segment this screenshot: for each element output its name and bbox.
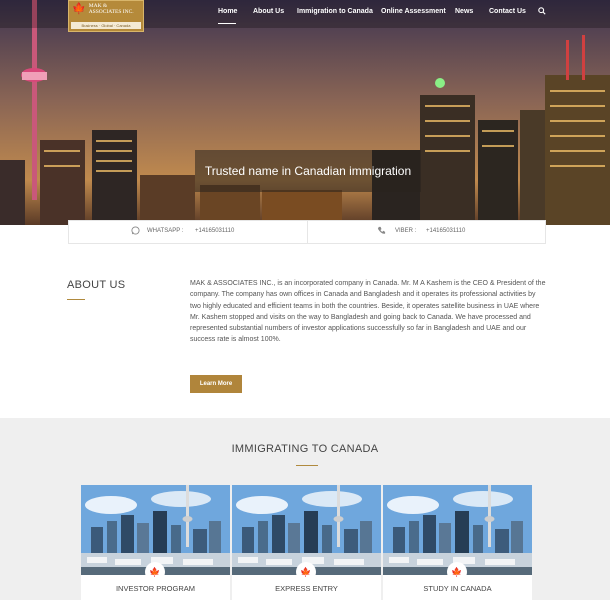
nav-contact-us[interactable]: Contact Us [489,8,526,15]
nav-home[interactable]: Home [218,8,237,15]
maple-leaf-icon: 🍁 [296,562,316,582]
immigrating-title: IMMIGRATING TO CANADA [231,443,379,455]
nav-news[interactable]: News [455,8,473,15]
whatsapp-number[interactable]: +14165031110 [195,228,234,234]
contact-divider [307,221,308,243]
logo-subline: Business · Global · Canada [71,22,141,29]
card-label: STUDY IN CANADA [423,584,492,593]
learn-more-button[interactable]: Learn More [190,375,242,393]
phone-icon [377,226,386,237]
whatsapp-label: WHATSAPP : [147,228,184,234]
hero-banner: Trusted name in Canadian immigration [195,150,421,192]
nav-online-assessment[interactable]: Online Assessment [381,8,446,15]
nav-about-us[interactable]: About Us [253,8,284,15]
maple-leaf-icon: 🍁 [145,562,165,582]
nav-immigration-to-canada[interactable]: Immigration to Canada [297,8,373,15]
nav-active-indicator [218,23,236,24]
about-title-underline [67,299,85,300]
hero-section: 🍁 MAK & ASSOCIATES INC. Business · Globa… [0,0,610,225]
contact-bar: WHATSAPP : +14165031110 VIBER : +1416503… [68,220,546,244]
card-express-entry[interactable]: 🍁 EXPRESS ENTRY [232,485,381,600]
card-label: INVESTOR PROGRAM [115,584,196,593]
immigrating-title-underline [296,465,318,466]
card-label: EXPRESS ENTRY [275,584,338,593]
card-investor-program[interactable]: 🍁 INVESTOR PROGRAM [81,485,230,600]
about-body: MAK & ASSOCIATES INC., is an incorporate… [190,280,546,344]
whatsapp-icon [131,226,140,237]
main-nav: Home About Us Immigration to Canada Onli… [0,7,610,24]
viber-label: VIBER : [395,228,417,234]
search-icon[interactable] [538,7,546,17]
viber-number[interactable]: +14165031110 [426,228,465,234]
about-title: ABOUT US [67,279,126,291]
maple-leaf-icon: 🍁 [447,562,467,582]
card-study-in-canada[interactable]: 🍁 STUDY IN CANADA [383,485,532,600]
hero-headline: Trusted name in Canadian immigration [204,164,412,178]
